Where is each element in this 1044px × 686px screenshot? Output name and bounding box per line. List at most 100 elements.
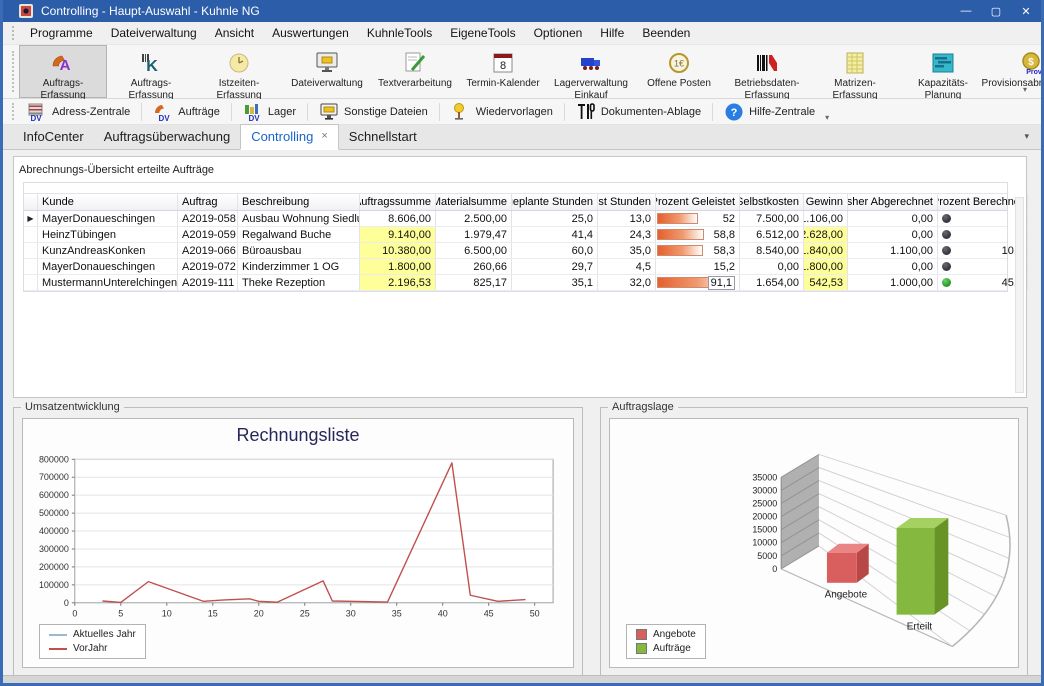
svg-text:35000: 35000 (752, 472, 777, 482)
column-header-beschreibung[interactable]: Beschreibung (238, 194, 360, 210)
toolbar-button-textverarbeitung[interactable]: Textverarbeitung (371, 45, 459, 98)
line-chart: 0 100000 200000 300000 400000 500000 600000 700… (39, 454, 554, 619)
menu-item-kuhnletools[interactable]: KuhnleTools (358, 23, 441, 43)
cell-geplante_stunden: 35,1 (512, 275, 598, 290)
table-row[interactable]: MayerDonaueschingen A2019-072 Kinderzimmer… (24, 259, 1028, 275)
statusbar (3, 675, 1041, 683)
svg-text:Erteilt: Erteilt (907, 622, 933, 633)
tab-infocenter[interactable]: InfoCenter (13, 125, 94, 149)
column-header-auftrag[interactable]: Auftrag (178, 194, 238, 210)
tab-controlling[interactable]: Controlling × (240, 124, 339, 150)
column-header-materialsumme[interactable]: Materialsumme (436, 194, 512, 210)
quickbar-button-dokumenten-ablage[interactable]: Dokumenten-Ablage (568, 99, 709, 124)
table-row[interactable]: ▶ MayerDonaueschingen A2019-058 Ausbau Wohn… (24, 211, 1028, 227)
offene-posten-icon: 1€ (666, 50, 692, 76)
cell-value: Büroausbau (242, 244, 302, 257)
cell-value: 260,66 (473, 260, 507, 273)
menu-item-auswertungen[interactable]: Auswertungen (263, 23, 358, 43)
toolbar-button-auftrag-basis[interactable]: KAuftrags-Erfassung(Basis) (107, 45, 195, 113)
toolbar-overflow-icon[interactable]: ▾ (1023, 85, 1027, 94)
column-header-ist_stunden[interactable]: Ist Stunden (598, 194, 656, 210)
column-header-label: Gewinn (805, 196, 843, 208)
umsatzentwicklung-groupbox: Umsatzentwicklung Rechnungsliste 0 100000… (13, 401, 583, 677)
tab-close-icon[interactable]: × (321, 131, 327, 142)
tab-overflow-icon[interactable]: ▾ (1024, 131, 1029, 142)
cell-filler (1028, 243, 1036, 258)
legend-label: Aufträge (653, 643, 691, 654)
quickbar-button-hilfe-zentrale[interactable]: ? Hilfe-Zentrale (716, 99, 823, 124)
column-header-kunde[interactable]: Kunde (38, 194, 178, 210)
toolbar-button-lagerverwaltung[interactable]: Lagerverwaltung Einkauf (547, 45, 635, 101)
column-header-label: Beschreibung (242, 196, 310, 208)
column-header-bisher_abgerechnet[interactable]: bisher Abgerechnet (848, 194, 938, 210)
cell-auftrag: A2019-111 (178, 275, 238, 290)
minimize-button[interactable]: — (951, 0, 981, 22)
menu-item-dateiverwaltung[interactable]: Dateiverwaltung (102, 23, 206, 43)
toolbar-button-auftrag-erweitert[interactable]: AAuftrags-Erfassung(Erweitert) (19, 45, 107, 113)
table-row[interactable]: KunzAndreasKonken A2019-066 Büroausbau 10.3… (24, 243, 1028, 259)
cell-marker (24, 275, 38, 290)
cell-gewinn: 2.628,00 (804, 227, 848, 242)
tab-auftragsüberwachung[interactable]: Auftragsüberwachung (94, 125, 240, 149)
toolbar-button-provision[interactable]: $Prov Provisionsabrechnung (982, 45, 1041, 98)
column-header-geplante_stunden[interactable]: geplante Stunden (512, 194, 598, 210)
svg-text:10000: 10000 (752, 538, 777, 548)
maximize-button[interactable]: ▢ (981, 0, 1011, 22)
column-header-selbstkosten[interactable]: Selbstkosten (740, 194, 804, 210)
menu-item-optionen[interactable]: Optionen (525, 23, 592, 43)
column-header-prozent_geleistet[interactable]: Prozent Geleistet (656, 194, 740, 210)
quickbar-button-lager[interactable]: DV Lager (235, 99, 304, 124)
menu-item-eigenetools[interactable]: EigeneTools (441, 23, 524, 43)
cell-bisher_abgerechnet: 1.100,00 (848, 243, 938, 258)
cell-auftrag: A2019-059 (178, 227, 238, 242)
svg-text:35: 35 (392, 609, 402, 619)
cell-bisher_abgerechnet: 0,00 (848, 259, 938, 274)
quickbar-button-adress-zentrale[interactable]: DV Adress-Zentrale (19, 99, 138, 124)
menu-item-programme[interactable]: Programme (21, 23, 102, 43)
table-row[interactable]: HeinzTübingen A2019-059 Regalwand Buche 9.1… (24, 227, 1028, 243)
toolbar-button-kapazitaets[interactable]: Kapazitäts-Planung (899, 45, 987, 101)
section-title: Abrechnungs-Übersicht erteilte Aufträge (19, 164, 215, 176)
table-scrollbar[interactable] (1015, 197, 1024, 393)
cell-value: 1.979,47 (464, 228, 507, 241)
menu-item-ansicht[interactable]: Ansicht (206, 23, 263, 43)
quickbar-overflow-icon[interactable]: ▾ (825, 113, 829, 124)
cell-value: 13,0 (629, 212, 651, 225)
cell-value: HeinzTübingen (42, 228, 116, 241)
toolbar-button-termin-kalender[interactable]: 8 Termin-Kalender (459, 45, 547, 98)
quickbar-button-auftraege[interactable]: DV Aufträge (145, 99, 228, 124)
column-header-label: Prozent Berechnet (938, 196, 1023, 208)
column-header-filler[interactable] (1028, 194, 1036, 210)
tab-schnellstart[interactable]: Schnellstart (339, 125, 427, 149)
column-header-marker[interactable] (24, 194, 38, 210)
cell-beschreibung: Ausbau Wohnung Siedlung 1 (238, 211, 360, 226)
menu-item-beenden[interactable]: Beenden (633, 23, 699, 43)
column-header-gewinn[interactable]: Gewinn (804, 194, 848, 210)
close-button[interactable]: ✕ (1011, 0, 1041, 22)
cell-value: 32,0 (629, 276, 651, 289)
groupbox-label: Auftragslage (608, 401, 678, 413)
column-header-auftragssumme[interactable]: Auftragssumme (360, 194, 436, 210)
quickbar-button-wiedervorlagen[interactable]: Wiedervorlagen (443, 99, 561, 124)
svg-text:8: 8 (500, 60, 506, 72)
termin-kalender-icon: 8 (490, 50, 516, 76)
toolbar-button-betriebsdaten[interactable]: Betriebsdaten- Erfassung (723, 45, 811, 101)
betriebsdaten-icon (754, 50, 780, 76)
toolbar-button-offene-posten[interactable]: 1€ Offene Posten (635, 45, 723, 98)
svg-text:0: 0 (772, 564, 777, 574)
orders-grid: Kunde Auftrag Beschreibung Auftragssumme Mat… (23, 182, 1028, 292)
toolbar-button-dateiverwaltung[interactable]: Dateiverwaltung (283, 45, 371, 98)
menu-item-hilfe[interactable]: Hilfe (591, 23, 633, 43)
table-row[interactable]: MustermannUnterelchingen A2019-111 Theke R… (24, 275, 1028, 291)
line-chart-title: Rechnungsliste (236, 425, 360, 445)
cell-value: 8.540,00 (756, 244, 799, 257)
cell-value: 29,7 (571, 260, 593, 273)
cell-value: 825,17 (473, 276, 507, 289)
column-header-label: geplante Stunden (512, 196, 593, 208)
quickbar-button-sonstige-dateien[interactable]: Sonstige Dateien (311, 99, 436, 124)
cell-value: A2019-066 (182, 244, 236, 257)
toolbar-button-matrizen[interactable]: Matrizen-Erfassung (811, 45, 899, 101)
orders-table-panel: Abrechnungs-Übersicht erteilte Aufträge … (13, 156, 1028, 398)
cell-value: 7.500,00 (756, 212, 799, 225)
toolbar-button-istzeiten[interactable]: Istzeiten-Erfassung (195, 45, 283, 101)
